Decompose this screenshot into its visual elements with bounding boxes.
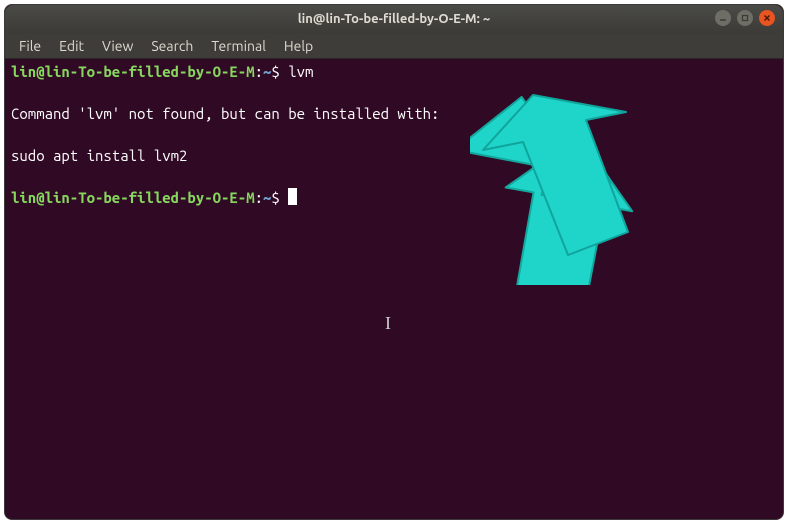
prompt-colon: :	[255, 63, 263, 80]
terminal-line-blank	[11, 82, 777, 103]
maximize-button[interactable]	[737, 10, 753, 26]
window-title: lin@lin-To-be-filled-by-O-E-M: ~	[298, 12, 491, 26]
terminal-line: lin@lin-To-be-filled-by-O-E-M:~$	[11, 187, 777, 208]
terminal-output: Command 'lvm' not found, but can be inst…	[11, 103, 777, 124]
maximize-icon	[741, 14, 749, 22]
menu-terminal[interactable]: Terminal	[203, 35, 274, 57]
prompt-colon: :	[255, 189, 263, 206]
ibeam-cursor-icon: I	[385, 313, 391, 334]
titlebar: lin@lin-To-be-filled-by-O-E-M: ~	[5, 5, 783, 33]
menu-help[interactable]: Help	[276, 35, 321, 57]
close-icon	[763, 14, 771, 22]
close-button[interactable]	[759, 10, 775, 26]
terminal-line-blank	[11, 124, 777, 145]
menu-edit[interactable]: Edit	[51, 35, 92, 57]
menubar: File Edit View Search Terminal Help	[5, 33, 783, 59]
terminal-cursor	[288, 188, 297, 205]
command-text: lvm	[288, 63, 313, 80]
window-controls	[715, 10, 775, 26]
terminal-body[interactable]: lin@lin-To-be-filled-by-O-E-M:~$ lvm Com…	[5, 59, 783, 519]
prompt-user: lin@lin-To-be-filled-by-O-E-M	[11, 63, 255, 80]
menu-search[interactable]: Search	[143, 35, 201, 57]
menu-file[interactable]: File	[11, 35, 49, 57]
minimize-icon	[719, 14, 727, 22]
terminal-window: lin@lin-To-be-filled-by-O-E-M: ~ File Ed…	[4, 4, 784, 520]
menu-view[interactable]: View	[94, 35, 141, 57]
terminal-line: lin@lin-To-be-filled-by-O-E-M:~$ lvm	[11, 61, 777, 82]
prompt-dollar: $	[271, 189, 288, 206]
terminal-line-blank	[11, 166, 777, 187]
prompt-user: lin@lin-To-be-filled-by-O-E-M	[11, 189, 255, 206]
minimize-button[interactable]	[715, 10, 731, 26]
prompt-dollar: $	[271, 63, 288, 80]
terminal-output: sudo apt install lvm2	[11, 145, 777, 166]
